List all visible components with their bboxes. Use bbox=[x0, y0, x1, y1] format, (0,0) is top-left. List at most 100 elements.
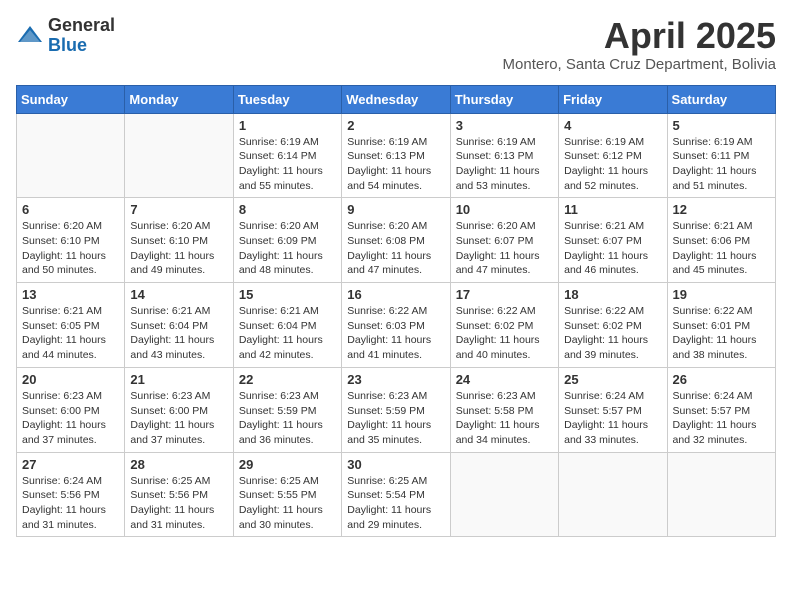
day-number: 2 bbox=[347, 118, 444, 133]
calendar-day: 19Sunrise: 6:22 AMSunset: 6:01 PMDayligh… bbox=[667, 283, 775, 368]
day-number: 5 bbox=[673, 118, 770, 133]
calendar-day: 3 Sunrise: 6:19 AMSunset: 6:13 PMDaylight… bbox=[450, 113, 558, 198]
sunrise: Sunrise: 6:23 AM bbox=[239, 389, 336, 404]
daylight: Daylight: 11 hours and 52 minutes. bbox=[564, 164, 661, 193]
day-info: Sunrise: 6:21 AMSunset: 6:07 PMDaylight:… bbox=[564, 219, 661, 278]
day-info: Sunrise: 6:22 AMSunset: 6:03 PMDaylight:… bbox=[347, 304, 444, 363]
sunrise: Sunrise: 6:24 AM bbox=[564, 389, 661, 404]
weekday-header-row: SundayMondayTuesdayWednesdayThursdayFrid… bbox=[17, 85, 776, 113]
sunset: Sunset: 6:05 PM bbox=[22, 319, 119, 334]
daylight: Daylight: 11 hours and 41 minutes. bbox=[347, 333, 444, 362]
sunset: Sunset: 6:13 PM bbox=[456, 149, 553, 164]
day-info: Sunrise: 6:25 AMSunset: 5:54 PMDaylight:… bbox=[347, 474, 444, 533]
day-info: Sunrise: 6:23 AMSunset: 5:59 PMDaylight:… bbox=[347, 389, 444, 448]
day-info: Sunrise: 6:22 AMSunset: 6:01 PMDaylight:… bbox=[673, 304, 770, 363]
daylight: Daylight: 11 hours and 54 minutes. bbox=[347, 164, 444, 193]
day-info: Sunrise: 6:25 AMSunset: 5:55 PMDaylight:… bbox=[239, 474, 336, 533]
sunrise: Sunrise: 6:20 AM bbox=[239, 219, 336, 234]
sunrise: Sunrise: 6:20 AM bbox=[347, 219, 444, 234]
month-title: April 2025 bbox=[503, 16, 776, 56]
daylight: Daylight: 11 hours and 37 minutes. bbox=[130, 418, 227, 447]
day-info: Sunrise: 6:20 AMSunset: 6:10 PMDaylight:… bbox=[22, 219, 119, 278]
day-number: 29 bbox=[239, 457, 336, 472]
day-number: 26 bbox=[673, 372, 770, 387]
day-info: Sunrise: 6:19 AMSunset: 6:12 PMDaylight:… bbox=[564, 135, 661, 194]
daylight: Daylight: 11 hours and 45 minutes. bbox=[673, 249, 770, 278]
calendar-day bbox=[559, 452, 667, 537]
day-info: Sunrise: 6:19 AMSunset: 6:13 PMDaylight:… bbox=[456, 135, 553, 194]
sunrise: Sunrise: 6:20 AM bbox=[130, 219, 227, 234]
daylight: Daylight: 11 hours and 34 minutes. bbox=[456, 418, 553, 447]
calendar-day: 28Sunrise: 6:25 AMSunset: 5:56 PMDayligh… bbox=[125, 452, 233, 537]
calendar-day: 1 Sunrise: 6:19 AMSunset: 6:14 PMDaylight… bbox=[233, 113, 341, 198]
day-number: 11 bbox=[564, 202, 661, 217]
sunrise: Sunrise: 6:22 AM bbox=[347, 304, 444, 319]
day-info: Sunrise: 6:23 AMSunset: 6:00 PMDaylight:… bbox=[22, 389, 119, 448]
daylight: Daylight: 11 hours and 39 minutes. bbox=[564, 333, 661, 362]
sunset: Sunset: 5:57 PM bbox=[673, 404, 770, 419]
calendar-day: 6 Sunrise: 6:20 AMSunset: 6:10 PMDaylight… bbox=[17, 198, 125, 283]
sunset: Sunset: 6:08 PM bbox=[347, 234, 444, 249]
day-number: 4 bbox=[564, 118, 661, 133]
calendar-week-2: 6Sunrise: 6:20 AMSunset: 6:10 PMDaylight… bbox=[17, 198, 776, 283]
calendar-day bbox=[17, 113, 125, 198]
day-number: 28 bbox=[130, 457, 227, 472]
sunrise: Sunrise: 6:22 AM bbox=[456, 304, 553, 319]
sunset: Sunset: 6:09 PM bbox=[239, 234, 336, 249]
daylight: Daylight: 11 hours and 38 minutes. bbox=[673, 333, 770, 362]
day-info: Sunrise: 6:19 AMSunset: 6:11 PMDaylight:… bbox=[673, 135, 770, 194]
calendar-week-3: 13Sunrise: 6:21 AMSunset: 6:05 PMDayligh… bbox=[17, 283, 776, 368]
logo-text: General Blue bbox=[48, 16, 115, 56]
weekday-header-tuesday: Tuesday bbox=[233, 85, 341, 113]
sunrise: Sunrise: 6:25 AM bbox=[130, 474, 227, 489]
sunrise: Sunrise: 6:20 AM bbox=[456, 219, 553, 234]
weekday-header-saturday: Saturday bbox=[667, 85, 775, 113]
day-info: Sunrise: 6:22 AMSunset: 6:02 PMDaylight:… bbox=[456, 304, 553, 363]
weekday-header-thursday: Thursday bbox=[450, 85, 558, 113]
day-number: 6 bbox=[22, 202, 119, 217]
sunrise: Sunrise: 6:23 AM bbox=[456, 389, 553, 404]
day-number: 27 bbox=[22, 457, 119, 472]
sunrise: Sunrise: 6:21 AM bbox=[239, 304, 336, 319]
sunrise: Sunrise: 6:21 AM bbox=[130, 304, 227, 319]
sunset: Sunset: 5:59 PM bbox=[239, 404, 336, 419]
sunrise: Sunrise: 6:23 AM bbox=[22, 389, 119, 404]
daylight: Daylight: 11 hours and 55 minutes. bbox=[239, 164, 336, 193]
logo-blue-text: Blue bbox=[48, 36, 115, 56]
calendar-day: 15Sunrise: 6:21 AMSunset: 6:04 PMDayligh… bbox=[233, 283, 341, 368]
calendar-day: 21Sunrise: 6:23 AMSunset: 6:00 PMDayligh… bbox=[125, 367, 233, 452]
calendar-day: 10Sunrise: 6:20 AMSunset: 6:07 PMDayligh… bbox=[450, 198, 558, 283]
daylight: Daylight: 11 hours and 40 minutes. bbox=[456, 333, 553, 362]
daylight: Daylight: 11 hours and 42 minutes. bbox=[239, 333, 336, 362]
weekday-header-monday: Monday bbox=[125, 85, 233, 113]
sunset: Sunset: 6:10 PM bbox=[130, 234, 227, 249]
day-number: 3 bbox=[456, 118, 553, 133]
day-info: Sunrise: 6:19 AMSunset: 6:14 PMDaylight:… bbox=[239, 135, 336, 194]
logo: General Blue bbox=[16, 16, 115, 56]
sunset: Sunset: 6:11 PM bbox=[673, 149, 770, 164]
sunset: Sunset: 6:07 PM bbox=[564, 234, 661, 249]
day-number: 16 bbox=[347, 287, 444, 302]
calendar-day bbox=[667, 452, 775, 537]
daylight: Daylight: 11 hours and 35 minutes. bbox=[347, 418, 444, 447]
daylight: Daylight: 11 hours and 49 minutes. bbox=[130, 249, 227, 278]
daylight: Daylight: 11 hours and 31 minutes. bbox=[22, 503, 119, 532]
sunrise: Sunrise: 6:22 AM bbox=[564, 304, 661, 319]
calendar-day: 4 Sunrise: 6:19 AMSunset: 6:12 PMDaylight… bbox=[559, 113, 667, 198]
sunset: Sunset: 5:55 PM bbox=[239, 488, 336, 503]
calendar-week-5: 27Sunrise: 6:24 AMSunset: 5:56 PMDayligh… bbox=[17, 452, 776, 537]
day-info: Sunrise: 6:21 AMSunset: 6:04 PMDaylight:… bbox=[130, 304, 227, 363]
day-info: Sunrise: 6:20 AMSunset: 6:10 PMDaylight:… bbox=[130, 219, 227, 278]
day-number: 1 bbox=[239, 118, 336, 133]
calendar-day: 16 Sunrise: 6:22 AMSunset: 6:03 PMDayligh… bbox=[342, 283, 450, 368]
daylight: Daylight: 11 hours and 46 minutes. bbox=[564, 249, 661, 278]
sunrise: Sunrise: 6:25 AM bbox=[347, 474, 444, 489]
sunset: Sunset: 6:12 PM bbox=[564, 149, 661, 164]
sunrise: Sunrise: 6:24 AM bbox=[673, 389, 770, 404]
day-info: Sunrise: 6:23 AMSunset: 5:59 PMDaylight:… bbox=[239, 389, 336, 448]
calendar-day: 5 Sunrise: 6:19 AMSunset: 6:11 PMDaylight… bbox=[667, 113, 775, 198]
daylight: Daylight: 11 hours and 30 minutes. bbox=[239, 503, 336, 532]
daylight: Daylight: 11 hours and 51 minutes. bbox=[673, 164, 770, 193]
sunset: Sunset: 6:02 PM bbox=[456, 319, 553, 334]
day-info: Sunrise: 6:21 AMSunset: 6:04 PMDaylight:… bbox=[239, 304, 336, 363]
